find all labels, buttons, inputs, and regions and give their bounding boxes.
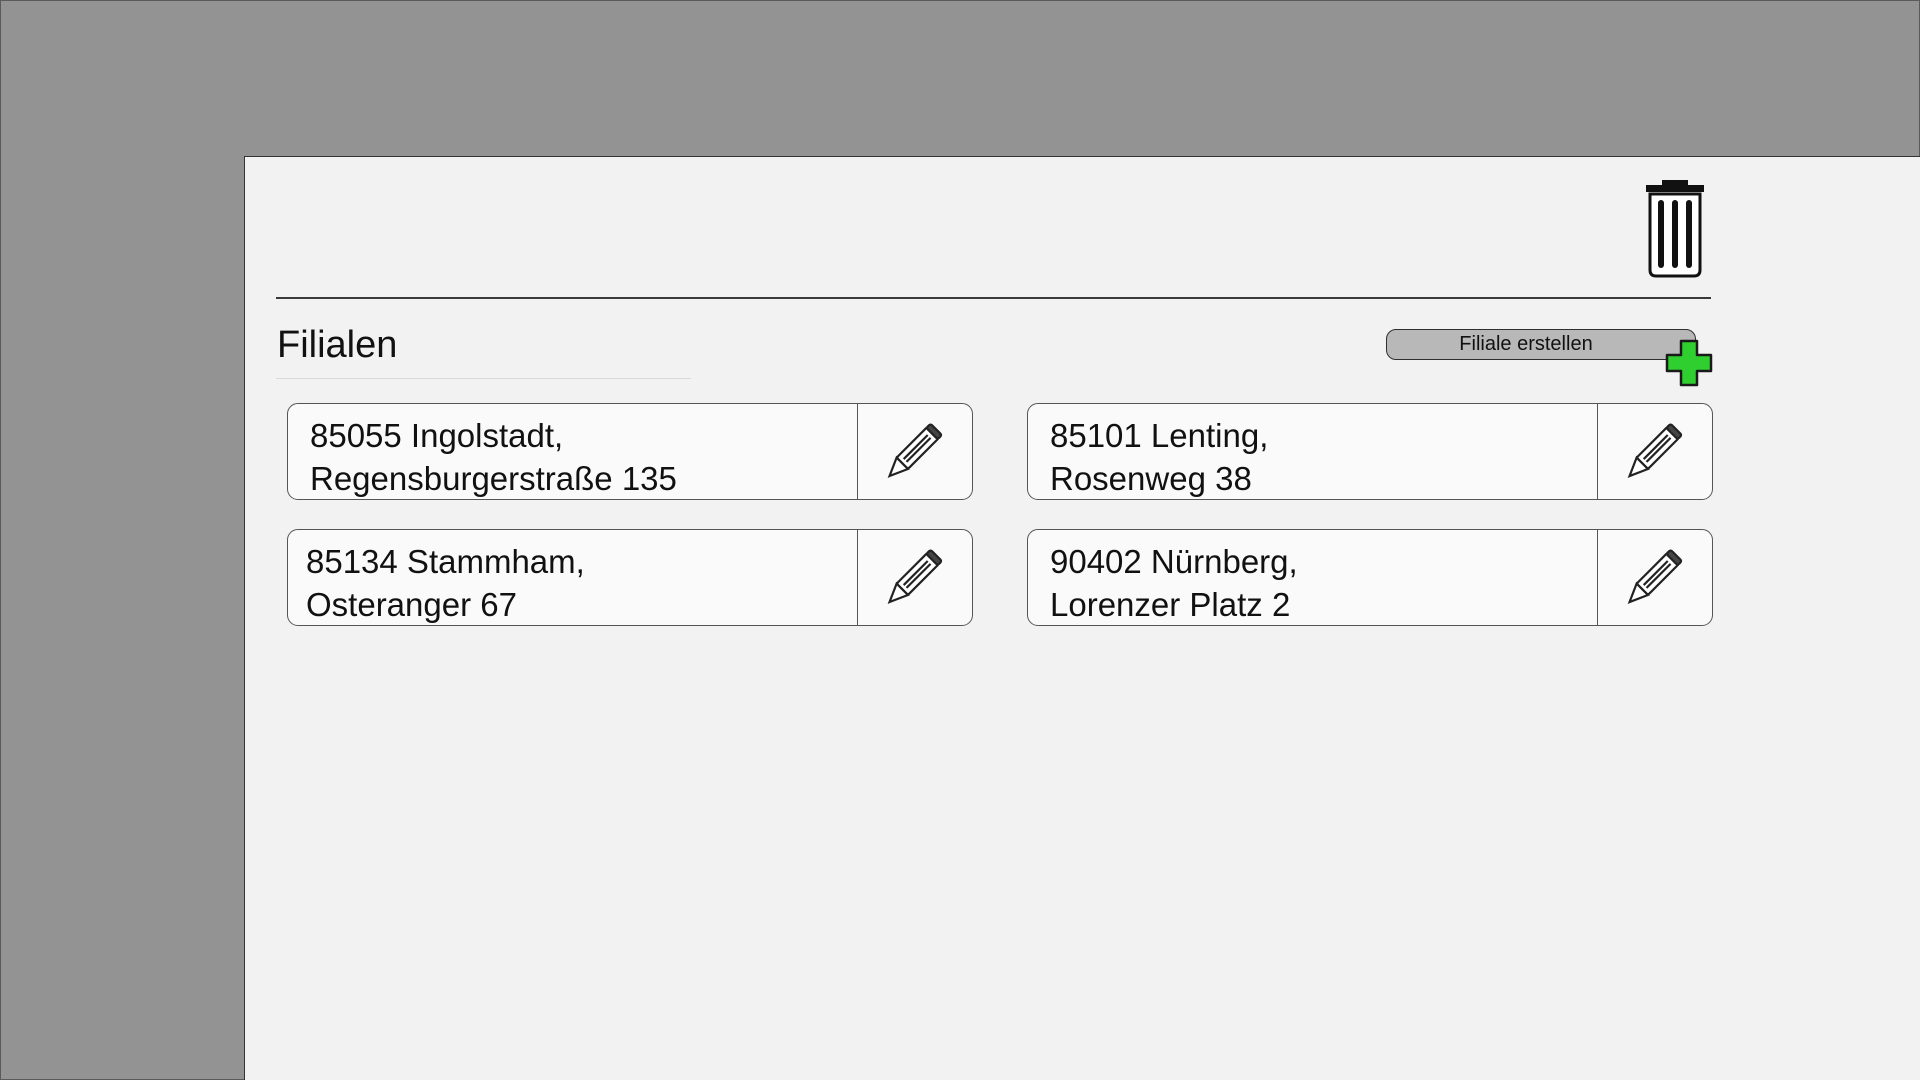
pencil-icon	[1627, 422, 1683, 478]
create-branch-button[interactable]: Filiale erstellen	[1386, 329, 1696, 360]
title-underline	[276, 378, 691, 379]
branch-address-line2: Regensburgerstraße 135	[310, 460, 677, 497]
branch-card[interactable]: 85134 Stammham, Osteranger 67	[287, 529, 973, 626]
page-title: Filialen	[277, 324, 398, 366]
branch-address-line1: 85101 Lenting,	[1050, 417, 1269, 454]
branch-address-line2: Lorenzer Platz 2	[1050, 586, 1291, 623]
branch-card[interactable]: 85055 Ingolstadt, Regensburgerstraße 135	[287, 403, 973, 500]
branch-address-line1: 85134 Stammham,	[306, 543, 585, 580]
branch-address-line2: Osteranger 67	[306, 586, 517, 623]
branches-panel: Filialen Filiale erstellen 85055 Ingolst…	[244, 156, 1920, 1080]
edit-branch-button[interactable]	[1597, 530, 1712, 625]
trash-icon[interactable]	[1640, 180, 1710, 280]
branch-address: 85101 Lenting, Rosenweg 38	[1028, 404, 1597, 499]
edit-branch-button[interactable]	[1597, 404, 1712, 499]
branch-card[interactable]: 90402 Nürnberg, Lorenzer Platz 2	[1027, 529, 1713, 626]
pencil-icon	[887, 548, 943, 604]
branch-address: 85055 Ingolstadt, Regensburgerstraße 135	[288, 404, 857, 499]
plus-icon[interactable]	[1665, 339, 1713, 387]
pencil-icon	[1627, 548, 1683, 604]
branch-address: 85134 Stammham, Osteranger 67	[288, 530, 857, 625]
branch-address: 90402 Nürnberg, Lorenzer Platz 2	[1028, 530, 1597, 625]
branch-card[interactable]: 85101 Lenting, Rosenweg 38	[1027, 403, 1713, 500]
branch-address-line2: Rosenweg 38	[1050, 460, 1252, 497]
pencil-icon	[887, 422, 943, 478]
edit-branch-button[interactable]	[857, 530, 972, 625]
branch-address-line1: 85055 Ingolstadt,	[310, 417, 564, 454]
header-divider	[276, 297, 1711, 299]
edit-branch-button[interactable]	[857, 404, 972, 499]
branch-address-line1: 90402 Nürnberg,	[1050, 543, 1298, 580]
